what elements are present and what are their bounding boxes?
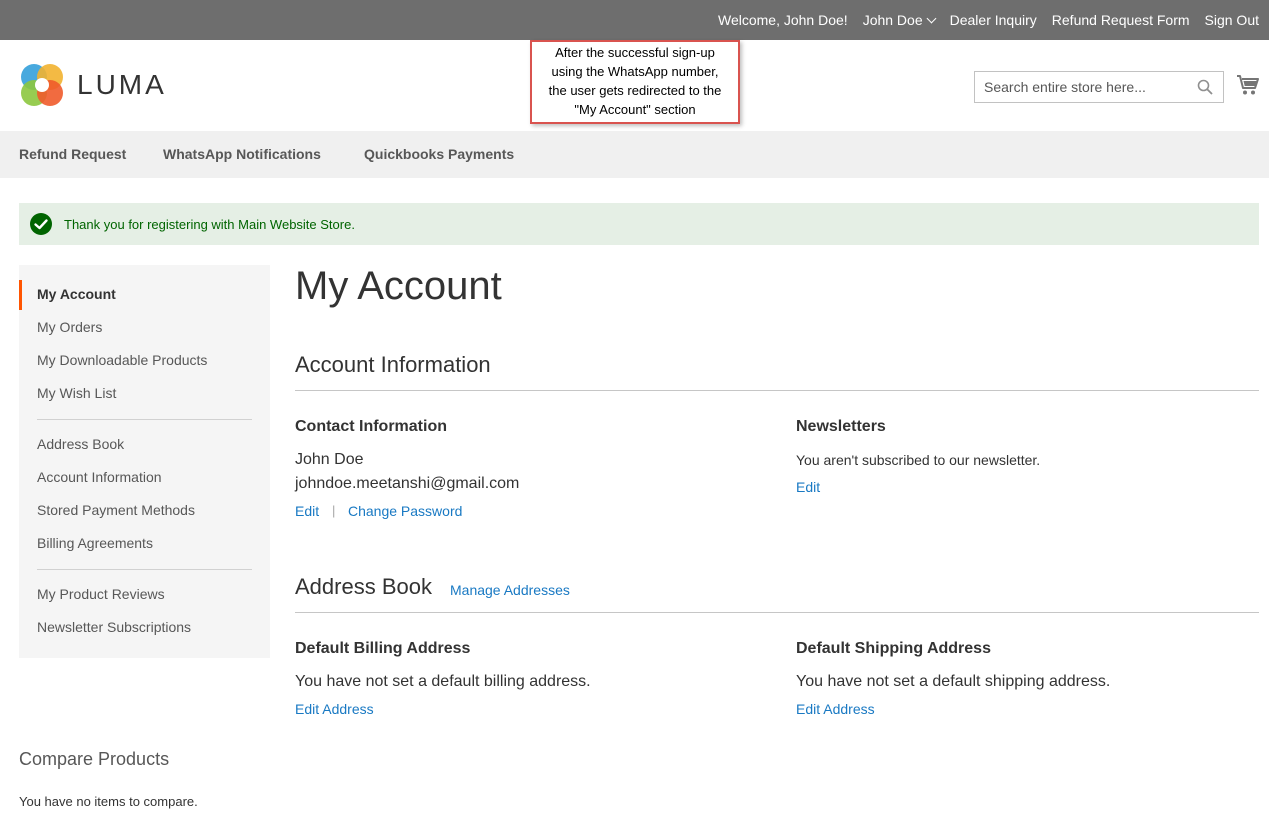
edit-contact-link[interactable]: Edit <box>295 503 319 519</box>
sidebar-divider <box>37 569 252 570</box>
sidebar-item-billing-agreements[interactable]: Billing Agreements <box>37 535 153 551</box>
billing-address-text: You have not set a default billing addre… <box>295 673 591 690</box>
search-input[interactable] <box>975 72 1185 102</box>
nav-item-whatsapp-notifications[interactable]: WhatsApp Notifications <box>163 146 321 162</box>
sidebar-item-my-orders[interactable]: My Orders <box>37 319 102 335</box>
manage-addresses-link[interactable]: Manage Addresses <box>450 582 570 598</box>
default-billing-title: Default Billing Address <box>295 640 471 657</box>
account-name: John Doe <box>862 12 923 28</box>
luma-logo-icon <box>21 64 63 106</box>
main-navigation: Refund Request WhatsApp Notifications Qu… <box>0 131 1269 178</box>
active-indicator <box>19 280 22 310</box>
edit-billing-address-link[interactable]: Edit Address <box>295 701 374 717</box>
default-shipping-title: Default Shipping Address <box>796 640 991 657</box>
shipping-address-text: You have not set a default shipping addr… <box>796 673 1111 690</box>
customer-name: John Doe <box>295 451 364 468</box>
callout-line: "My Account" section <box>574 102 696 117</box>
compare-empty-text: You have no items to compare. <box>19 794 198 809</box>
page-title: My Account <box>295 264 502 308</box>
nav-item-quickbooks-payments[interactable]: Quickbooks Payments <box>364 146 514 162</box>
sidebar-item-newsletter-subscriptions[interactable]: Newsletter Subscriptions <box>37 619 191 635</box>
success-message: Thank you for registering with Main Webs… <box>19 203 1259 245</box>
callout-line: the user gets redirected to the <box>548 83 722 98</box>
search-box <box>974 71 1224 103</box>
header-links: Welcome, John Doe! John Doe Dealer Inqui… <box>718 0 1259 40</box>
edit-newsletter-link[interactable]: Edit <box>796 479 820 495</box>
link-separator: | <box>332 503 336 518</box>
customer-email: johndoe.meetanshi@gmail.com <box>295 475 520 492</box>
address-book-title: Address Book <box>295 574 432 599</box>
sidebar-item-product-reviews[interactable]: My Product Reviews <box>37 586 165 602</box>
edit-shipping-address-link[interactable]: Edit Address <box>796 701 875 717</box>
section-divider <box>295 612 1259 613</box>
sidebar-divider <box>37 419 252 420</box>
sign-out-link[interactable]: Sign Out <box>1205 12 1259 28</box>
contact-information-title: Contact Information <box>295 418 447 435</box>
section-divider <box>295 390 1259 391</box>
account-menu-toggle[interactable]: John Doe <box>862 12 937 28</box>
dealer-inquiry-link[interactable]: Dealer Inquiry <box>950 12 1037 28</box>
success-message-text: Thank you for registering with Main Webs… <box>64 216 355 232</box>
search-icon[interactable] <box>1197 79 1213 95</box>
callout-line: After the successful sign-up <box>555 45 715 60</box>
newsletters-title: Newsletters <box>796 418 886 435</box>
logo-text: LUMA <box>77 69 167 100</box>
cart-icon[interactable] <box>1236 73 1260 97</box>
compare-products-title: Compare Products <box>19 749 170 769</box>
top-bar: Welcome, John Doe! John Doe Dealer Inqui… <box>0 0 1269 40</box>
sidebar-item-wish-list[interactable]: My Wish List <box>37 385 116 401</box>
sidebar-item-account-information[interactable]: Account Information <box>37 469 162 485</box>
sidebar-item-downloadable-products[interactable]: My Downloadable Products <box>37 352 207 368</box>
account-information-title: Account Information <box>295 352 491 377</box>
chevron-down-icon <box>926 13 937 24</box>
callout-line: using the WhatsApp number, <box>551 64 719 79</box>
nav-item-refund-request[interactable]: Refund Request <box>19 146 126 162</box>
check-circle-icon <box>30 213 52 235</box>
sidebar-item-stored-payment-methods[interactable]: Stored Payment Methods <box>37 502 195 518</box>
newsletter-status: You aren't subscribed to our newsletter. <box>796 452 1041 468</box>
store-logo[interactable]: LUMA <box>19 62 169 108</box>
welcome-message: Welcome, John Doe! <box>717 12 848 28</box>
refund-request-form-link[interactable]: Refund Request Form <box>1052 12 1190 28</box>
annotation-callout: After the successful sign-up using the W… <box>530 40 740 124</box>
account-sidebar: My Account My Orders My Downloadable Pro… <box>19 265 270 658</box>
change-password-link[interactable]: Change Password <box>348 503 462 519</box>
sidebar-item-address-book[interactable]: Address Book <box>37 436 124 452</box>
sidebar-item-my-account[interactable]: My Account <box>37 286 116 302</box>
